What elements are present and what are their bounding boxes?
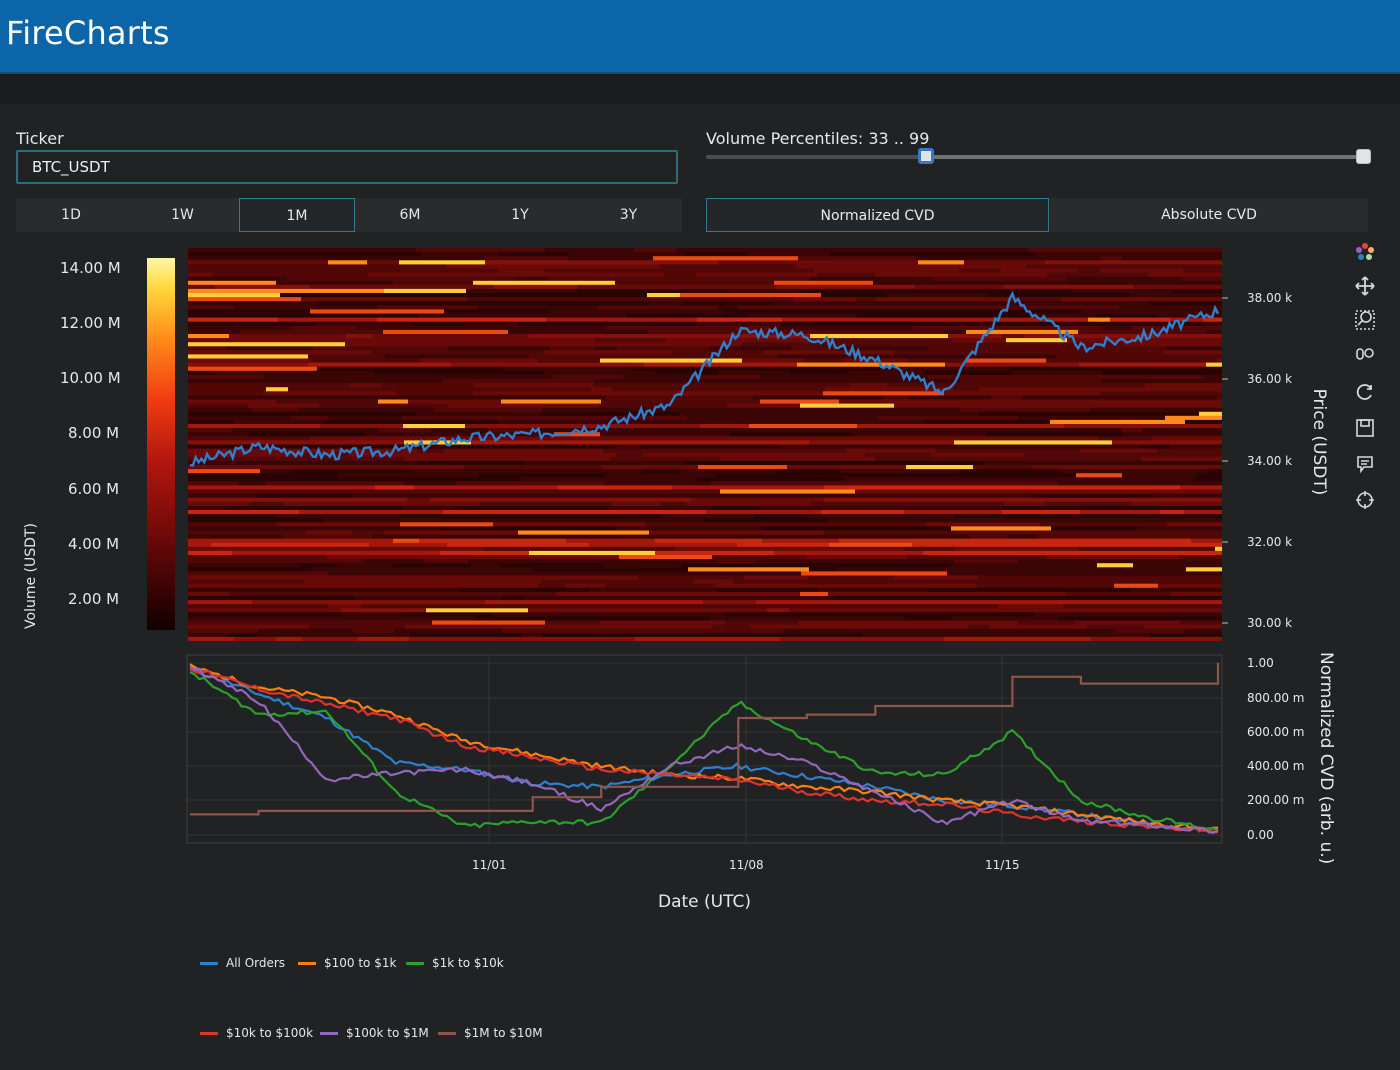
date-tick: 11/01 bbox=[472, 858, 507, 872]
cvd-y-tick: 800.00 m bbox=[1247, 691, 1305, 705]
legend-swatch bbox=[438, 1031, 456, 1035]
legend-item-100k-to-1m[interactable]: $100k to $1M bbox=[320, 1026, 429, 1040]
legend-swatch bbox=[298, 961, 316, 965]
chart-modebar bbox=[1348, 238, 1382, 518]
cvd-y-tick: 1.00 bbox=[1247, 656, 1274, 670]
date-tick: 11/15 bbox=[985, 858, 1020, 872]
legend-item-100-to-1k[interactable]: $100 to $1k bbox=[298, 956, 396, 970]
hover-icon[interactable] bbox=[1353, 452, 1377, 476]
cvd-y-tick: 0.00 bbox=[1247, 828, 1274, 842]
cvd-axis-title: Normalized CVD (arb. u.) bbox=[1316, 652, 1336, 865]
cvd-series-line bbox=[189, 671, 1219, 832]
cvd-series-line bbox=[189, 668, 1219, 834]
legend-label: $100 to $1k bbox=[324, 956, 397, 970]
cvd-series-layer bbox=[189, 663, 1220, 834]
cvd-y-tick: 200.00 m bbox=[1247, 793, 1305, 807]
reset-icon[interactable] bbox=[1353, 380, 1377, 404]
cvd-y-tick: 600.00 m bbox=[1247, 725, 1305, 739]
legend-label: $100k to $1M bbox=[346, 1026, 429, 1040]
legend-label: $1k to $10k bbox=[432, 956, 504, 970]
cvd-series-line bbox=[189, 665, 1219, 834]
legend-swatch bbox=[200, 961, 218, 965]
date-tick: 11/08 bbox=[729, 858, 764, 872]
spike-icon[interactable] bbox=[1353, 488, 1377, 512]
legend-item-1m-to-10m[interactable]: $1M to $10M bbox=[438, 1026, 543, 1040]
save-icon[interactable] bbox=[1353, 416, 1377, 440]
price-series-layer bbox=[189, 290, 1220, 467]
compare-icon[interactable] bbox=[1353, 344, 1377, 368]
legend-item-all-orders[interactable]: All Orders bbox=[200, 956, 285, 970]
date-axis-title: Date (UTC) bbox=[658, 892, 752, 912]
pan-icon[interactable] bbox=[1353, 274, 1377, 298]
cvd-series-line bbox=[189, 663, 1218, 832]
plotly-logo-icon[interactable] bbox=[1353, 240, 1377, 264]
legend-swatch bbox=[406, 961, 424, 965]
legend-swatch bbox=[200, 1031, 218, 1035]
legend-swatch bbox=[320, 1031, 338, 1035]
price-series-line bbox=[189, 290, 1220, 467]
price-axis-ticks bbox=[1222, 297, 1228, 624]
legend-item-1k-to-10k[interactable]: $1k to $10k bbox=[406, 956, 504, 970]
legend-label: $1M to $10M bbox=[464, 1026, 543, 1040]
zoom-icon[interactable] bbox=[1353, 308, 1377, 332]
legend-label: All Orders bbox=[226, 956, 286, 970]
legend-label: $10k to $100k bbox=[226, 1026, 314, 1040]
cvd-series-line bbox=[190, 663, 1220, 816]
cvd-series-line bbox=[189, 666, 1219, 832]
cvd-y-tick: 400.00 m bbox=[1247, 759, 1305, 773]
legend-item-10k-to-100k[interactable]: $10k to $100k bbox=[200, 1026, 313, 1040]
